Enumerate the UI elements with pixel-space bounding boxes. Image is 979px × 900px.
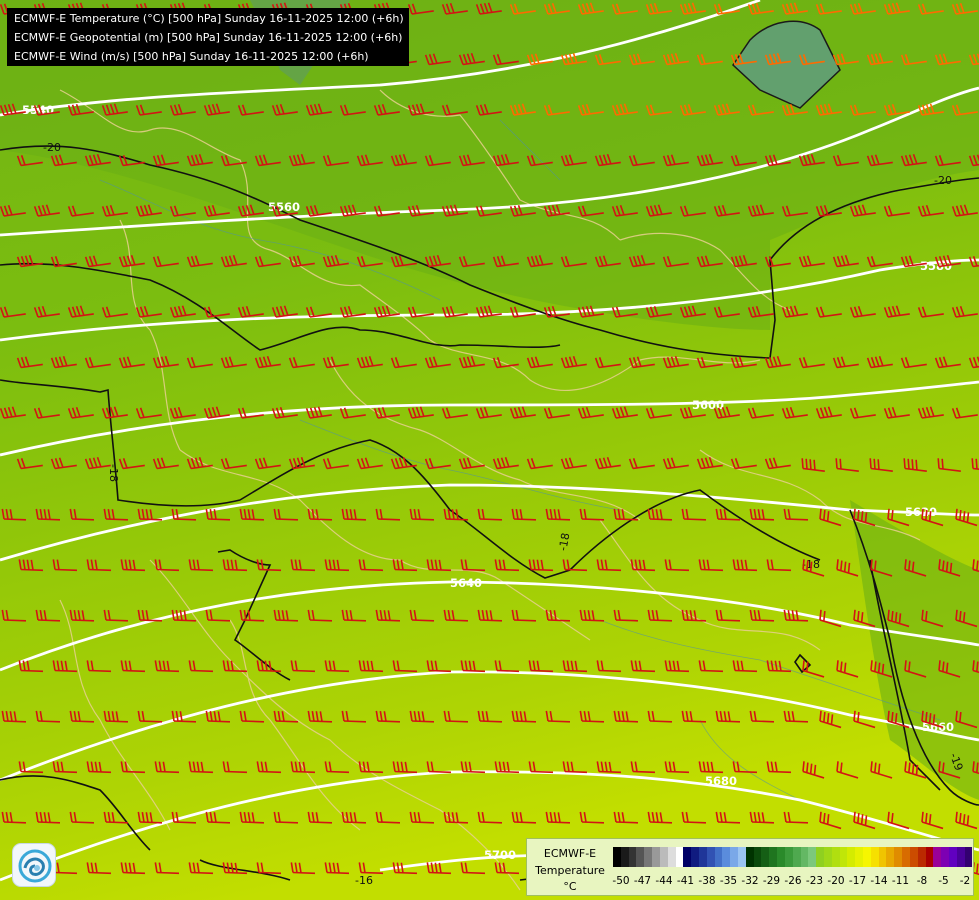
legend-tick-label: -2 [959, 875, 971, 887]
legend-tick-label: -29 [762, 875, 781, 887]
legend-swatch [698, 847, 707, 867]
legend-tick-label: -20 [827, 875, 845, 887]
legend-swatch [925, 847, 934, 867]
temp-label: -20 [43, 141, 61, 154]
temp-label: -18 [107, 464, 120, 482]
height-label: 5620 [905, 505, 937, 519]
info-box: ECMWF-E Temperature (°C) [500 hPa] Sunda… [7, 8, 409, 66]
logo-icon [18, 849, 52, 883]
legend-tick-label: -44 [655, 875, 673, 887]
temp-label: -16 [355, 874, 373, 887]
weather-map: 5540 5560 5580 5600 5620 5640 5660 5680 … [0, 0, 979, 900]
legend-swatch [761, 847, 770, 867]
map-canvas: 5540 5560 5580 5600 5620 5640 5660 5680 … [0, 0, 979, 900]
legend-swatch [847, 847, 856, 867]
legend-swatch [613, 847, 621, 867]
legend-swatch [831, 847, 840, 867]
legend-swatch [933, 847, 942, 867]
info-wind: ECMWF-E Wind (m/s) [500 hPa] Sunday 16-1… [14, 50, 369, 63]
legend-swatch [714, 847, 723, 867]
legend-swatch [628, 847, 637, 867]
legend-tick-label: -23 [805, 875, 824, 887]
legend-swatch [870, 847, 879, 867]
legend-swatch [941, 847, 949, 867]
height-label: 5640 [450, 576, 482, 590]
legend-swatch [948, 847, 957, 867]
legend-swatch [839, 847, 848, 867]
legend-swatch [886, 847, 895, 867]
legend-swatch [878, 847, 887, 867]
legend-swatch [792, 847, 801, 867]
legend-color-scale [613, 847, 973, 867]
legend-swatch [620, 847, 629, 867]
legend-swatch [777, 847, 785, 867]
legend-swatch [738, 847, 746, 867]
legend-tick-label: -35 [719, 875, 738, 887]
legend-tick-label: -14 [870, 875, 888, 887]
temperature-legend: ECMWF-E Temperature °C -50 -47 -44 -41 -38 -3… [526, 838, 974, 896]
legend-title-model: ECMWF-E [543, 847, 597, 860]
legend-swatch [683, 847, 692, 867]
legend-swatch [644, 847, 653, 867]
legend-swatch [823, 847, 832, 867]
legend-swatch [745, 847, 754, 867]
legend-swatch [917, 847, 926, 867]
legend-swatch [667, 847, 676, 867]
legend-tick-label: -8 [916, 875, 928, 887]
ecmwf-logo [12, 843, 56, 887]
legend-tick-label: -11 [891, 875, 910, 887]
temp-label: -20 [934, 174, 952, 187]
legend-swatch [909, 847, 918, 867]
legend-swatch [730, 847, 738, 867]
legend-swatch [753, 847, 762, 867]
legend-swatch [722, 847, 731, 867]
legend-swatch [800, 847, 809, 867]
legend-ticks: -50 -47 -44 -41 -38 -35 -32 -29 -26 -23 -20 -17 -14-… [612, 875, 973, 889]
info-temperature: ECMWF-E Temperature (°C) [500 hPa] Sunda… [14, 12, 404, 25]
legend-swatch [769, 847, 778, 867]
legend-tick-label: -47 [633, 875, 652, 887]
legend-tick-label: -41 [676, 875, 695, 887]
legend-tick-label: -38 [698, 875, 716, 887]
legend-swatch [675, 847, 684, 867]
legend-swatch [902, 847, 910, 867]
legend-tick-label: -50 [612, 875, 630, 887]
legend-title-variable: Temperature [535, 864, 605, 877]
height-label: 5700 [484, 848, 516, 862]
legend-swatch [808, 847, 817, 867]
legend-swatch [659, 847, 668, 867]
height-label: 5680 [705, 774, 737, 788]
legend-swatch [956, 847, 965, 867]
legend-swatch [652, 847, 660, 867]
legend-swatch [816, 847, 824, 867]
legend-unit: °C [563, 880, 577, 893]
legend-tick-label: -26 [784, 875, 802, 887]
legend-tick-label: -32 [741, 875, 759, 887]
legend-swatch [863, 847, 871, 867]
legend-swatch [784, 847, 793, 867]
legend-tick-label: -17 [848, 875, 867, 887]
legend-swatch [706, 847, 715, 867]
legend-swatch [894, 847, 903, 867]
info-geopotential: ECMWF-E Geopotential (m) [500 hPa] Sunda… [14, 31, 403, 44]
legend-tick-label: -5 [938, 875, 949, 887]
legend-swatch [691, 847, 699, 867]
legend-swatch [964, 847, 973, 867]
legend-swatch [636, 847, 645, 867]
legend-swatch [855, 847, 863, 867]
